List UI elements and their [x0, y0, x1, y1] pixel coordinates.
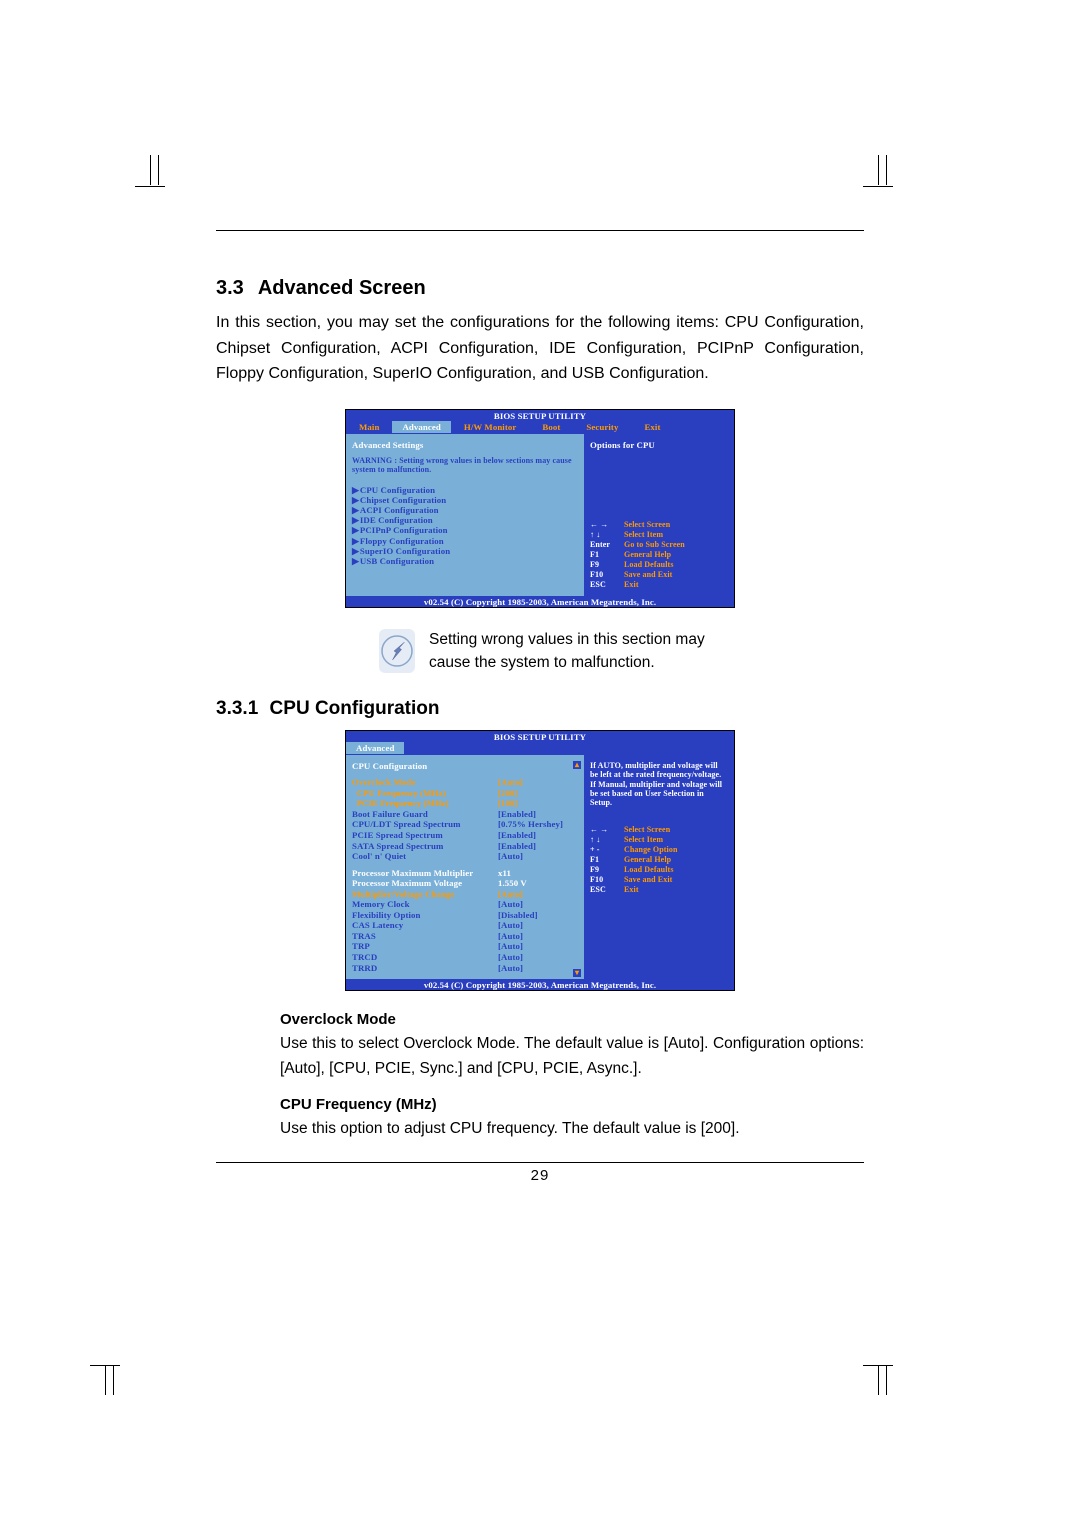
tab-security: Security	[573, 422, 631, 432]
key-hint: F10Save and Exit	[590, 875, 728, 885]
advanced-settings-title: Advanced Settings	[352, 440, 583, 450]
key-hint: ← →Select Screen	[590, 520, 728, 530]
bios-title-2: BIOS SETUP UTILITY	[346, 731, 734, 742]
cpu-config-title: CPU Configuration	[352, 761, 583, 771]
section-heading: 3.3 Advanced Screen	[216, 277, 864, 300]
setting-row: PCIE Frequency (MHz)[100]	[352, 798, 583, 809]
setting-row: Boot Failure Guard[Enabled]	[352, 809, 583, 820]
menu-item: ▶SuperIO Configuration	[352, 546, 583, 556]
warning-note: Setting wrong values in this section may…	[345, 628, 735, 675]
setting-row: CPU Frequency (MHz)[200]	[352, 788, 583, 799]
bottom-rule	[216, 1162, 864, 1163]
bios-footer-2: v02.54 (C) Copyright 1985-2003, American…	[346, 979, 734, 990]
bios-tabs-2: Advanced	[346, 742, 734, 755]
key-hint: + -Change Option	[590, 845, 728, 855]
setting-row: CPU/LDT Spread Spectrum[0.75% Hershey]	[352, 819, 583, 830]
settings-descriptions: Overclock Mode Use this to select Overcl…	[216, 1011, 864, 1141]
scroll-down-icon: ▾	[573, 969, 581, 977]
setting-row: CAS Latency[Auto]	[352, 920, 583, 931]
key-hint: F9Load Defaults	[590, 560, 728, 570]
key-hint: ↑ ↓Select Item	[590, 530, 728, 540]
setting-row: Memory Clock[Auto]	[352, 899, 583, 910]
page-number: 29	[216, 1167, 864, 1184]
bios-footer: v02.54 (C) Copyright 1985-2003, American…	[346, 596, 734, 607]
setting-row: Cool' n' Quiet[Auto]	[352, 851, 583, 862]
key-hint: F9Load Defaults	[590, 865, 728, 875]
tab-advanced: Advanced	[346, 742, 404, 754]
menu-item: ▶Chipset Configuration	[352, 495, 583, 505]
bios-warning: WARNING : Setting wrong values in below …	[352, 456, 583, 475]
top-rule	[216, 230, 864, 231]
setting-row: Flexibility Option[Disabled]	[352, 910, 583, 921]
key-hint: ↑ ↓Select Item	[590, 835, 728, 845]
setting-row: TRP[Auto]	[352, 941, 583, 952]
menu-item: ▶IDE Configuration	[352, 515, 583, 525]
section-paragraph: In this section, you may set the configu…	[216, 310, 864, 387]
page-content: 3.3 Advanced Screen In this section, you…	[216, 230, 864, 1184]
tab-boot: Boot	[529, 422, 573, 432]
cpufreq-heading: CPU Frequency (MHz)	[280, 1096, 864, 1113]
key-hint: ← →Select Screen	[590, 825, 728, 835]
setting-row: TRRD[Auto]	[352, 963, 583, 974]
overclock-para: Use this to select Overclock Mode. The d…	[280, 1032, 864, 1082]
bios-left-pane: Advanced Settings WARNING : Setting wron…	[346, 434, 584, 596]
bios-help-text: If AUTO, multiplier and voltage will be …	[590, 761, 728, 807]
key-hint: ESCExit	[590, 885, 728, 895]
tab-exit: Exit	[631, 422, 673, 432]
subsection-heading: 3.3.1 CPU Configuration	[216, 698, 864, 720]
bios-cpu-screenshot: BIOS SETUP UTILITY Advanced ▴ CPU Config…	[345, 730, 735, 991]
warning-icon	[379, 629, 415, 673]
overclock-heading: Overclock Mode	[280, 1011, 864, 1028]
scroll-up-icon: ▴	[573, 761, 581, 769]
tab-main: Main	[346, 422, 392, 432]
key-hint: F1General Help	[590, 550, 728, 560]
key-hint: F1General Help	[590, 855, 728, 865]
section-number: 3.3	[216, 277, 244, 300]
bios-right-pane: Options for CPU ← →Select Screen↑ ↓Selec…	[584, 434, 734, 596]
setting-row: TRCD[Auto]	[352, 952, 583, 963]
setting-row: TRAS[Auto]	[352, 931, 583, 942]
subsection-number: 3.3.1	[216, 698, 258, 719]
bios-keys: ← →Select Screen↑ ↓Select ItemEnterGo to…	[590, 520, 728, 590]
bios-keys-2: ← →Select Screen↑ ↓Select Item+ -Change …	[590, 825, 728, 895]
setting-row: PCIE Spread Spectrum[Enabled]	[352, 830, 583, 841]
key-hint: EnterGo to Sub Screen	[590, 540, 728, 550]
bios-title: BIOS SETUP UTILITY	[346, 410, 734, 421]
bios-tabs: MainAdvancedH/W MonitorBootSecurityExit	[346, 421, 734, 434]
warning-note-text: Setting wrong values in this section may…	[429, 628, 735, 675]
key-hint: F10Save and Exit	[590, 570, 728, 580]
menu-item: ▶Floppy Configuration	[352, 536, 583, 546]
key-hint: ESCExit	[590, 580, 728, 590]
tab-advanced: Advanced	[392, 421, 450, 433]
options-cpu-title: Options for CPU	[590, 440, 728, 450]
cpufreq-para: Use this option to adjust CPU frequency.…	[280, 1117, 864, 1142]
menu-item: ▶USB Configuration	[352, 556, 583, 566]
subsection-title: CPU Configuration	[270, 698, 440, 719]
setting-row: Processor Maximum Multiplierx11	[352, 868, 583, 879]
bios-right-pane-2: If AUTO, multiplier and voltage will be …	[584, 755, 734, 979]
bios-left-pane-2: ▴ CPU Configuration Overclock Mode[Auto]…	[346, 755, 584, 979]
setting-row: Processor Maximum Voltage1.550 V	[352, 878, 583, 889]
menu-item: ▶CPU Configuration	[352, 485, 583, 495]
setting-row: Multiplier/Voltage Change[Auto]	[352, 889, 583, 900]
tab-h-w-monitor: H/W Monitor	[451, 422, 530, 432]
section-title: Advanced Screen	[258, 277, 426, 300]
menu-item: ▶PCIPnP Configuration	[352, 525, 583, 535]
setting-row: SATA Spread Spectrum[Enabled]	[352, 841, 583, 852]
bios-advanced-screenshot: BIOS SETUP UTILITY MainAdvancedH/W Monit…	[345, 409, 735, 608]
menu-item: ▶ACPI Configuration	[352, 505, 583, 515]
setting-row: Overclock Mode[Auto]	[352, 777, 583, 788]
